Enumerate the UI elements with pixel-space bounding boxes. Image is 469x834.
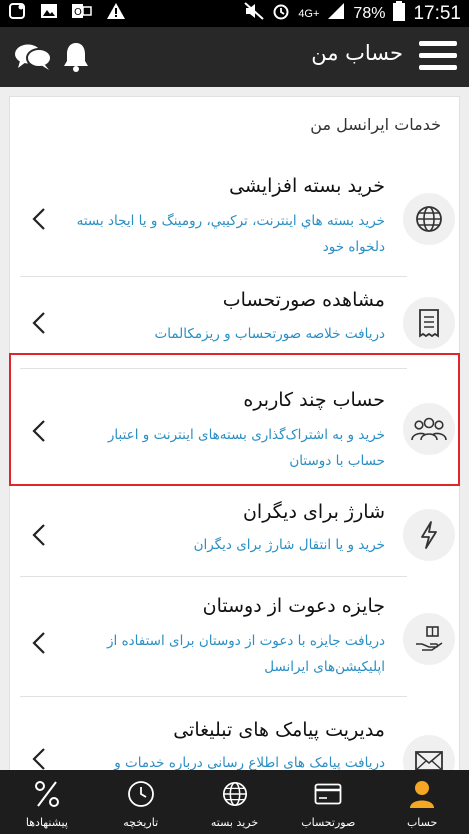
nav-item-history[interactable]: تاریخچه <box>94 770 188 834</box>
service-description: خرید و یا انتقال شارژ برای دیگران <box>193 537 385 553</box>
nav-item-account[interactable]: حساب <box>375 770 469 834</box>
network-label: 4G+ <box>298 7 320 20</box>
app-bar: حساب من <box>0 27 469 87</box>
chevron-left-icon <box>32 523 46 551</box>
battery-icon <box>393 1 406 26</box>
chat-icon[interactable] <box>14 43 52 75</box>
service-description: دریافت پیامک های اطلاع رسانی درباره خدما… <box>114 755 385 770</box>
bell-icon[interactable] <box>62 41 90 77</box>
service-title: شارژ برای دیگران <box>242 501 385 523</box>
nav-label: صورتحساب <box>301 816 356 829</box>
service-description: دریافت جایزه با دعوت از دوستان برای استف… <box>107 633 385 675</box>
nav-label: خرید بسته <box>210 816 259 829</box>
invoice-icon <box>403 297 455 349</box>
percent-icon <box>34 778 60 810</box>
battery-label: 78% <box>353 4 386 22</box>
status-bar: O 4G+ 78% 17:51 <box>0 0 469 27</box>
card-icon <box>314 778 342 810</box>
service-title: خرید بسته افزایشی <box>229 175 385 197</box>
service-item-sms-ads[interactable]: مدیریت پیامک های تبلیغاتی دریافت پیامک ه… <box>10 697 461 770</box>
nav-item-offers[interactable]: پیشنهادها <box>0 770 94 834</box>
outlook-icon: O <box>72 2 92 25</box>
alarm-icon <box>272 2 290 25</box>
user-icon <box>408 778 436 810</box>
svg-text:O: O <box>74 7 82 18</box>
chevron-left-icon <box>32 747 46 770</box>
nav-item-bill[interactable]: صورتحساب <box>281 770 375 834</box>
nav-item-buy-package[interactable]: خرید بسته <box>188 770 282 834</box>
mute-icon <box>244 2 264 25</box>
nav-label: حساب <box>406 816 438 829</box>
warning-icon <box>106 2 126 25</box>
highlight-box <box>9 353 460 486</box>
image-icon <box>40 2 58 25</box>
globe-icon <box>221 778 249 810</box>
clock-time: 17:51 <box>413 2 461 24</box>
service-item-invite-friends[interactable]: جایزه دعوت از دوستان دریافت جایزه با دعو… <box>10 577 461 697</box>
nav-label: تاریخچه <box>123 816 159 829</box>
service-item-charge-others[interactable]: شارژ برای دیگران خرید و یا انتقال شارژ ب… <box>10 485 461 577</box>
service-title: مدیریت پیامک های تبلیغاتی <box>173 719 385 741</box>
content-area: خدمات ایرانسل من خرید بسته افزایشی خرید … <box>0 87 469 770</box>
service-title: مشاهده صورتحساب <box>222 289 385 311</box>
menu-icon[interactable] <box>419 41 457 71</box>
nav-label: پیشنهادها <box>25 816 68 829</box>
service-item-buy-package[interactable]: خرید بسته افزایشی خرید بسته هاي اینترنت،… <box>10 157 461 277</box>
lightning-icon <box>403 509 455 561</box>
chevron-left-icon <box>32 207 46 235</box>
notification-icon <box>8 2 26 25</box>
service-title: جایزه دعوت از دوستان <box>202 595 385 617</box>
gift-hand-icon <box>403 613 455 665</box>
section-title: خدمات ایرانسل من <box>310 115 441 134</box>
globe-icon <box>403 193 455 245</box>
signal-icon <box>327 2 345 25</box>
mail-icon <box>403 735 455 770</box>
bottom-nav: حساب صورتحساب خرید بسته تاریخچه پیشنهاده… <box>0 770 469 834</box>
service-description: دریافت خلاصه صورتحساب و ریزمکالمات <box>154 326 385 342</box>
chevron-left-icon <box>32 311 46 339</box>
page-title: حساب من <box>311 41 403 65</box>
service-description: خرید بسته هاي اینترنت، ترکیبي، رومینگ و … <box>76 213 385 255</box>
clock-icon <box>127 778 155 810</box>
chevron-left-icon <box>32 631 46 659</box>
